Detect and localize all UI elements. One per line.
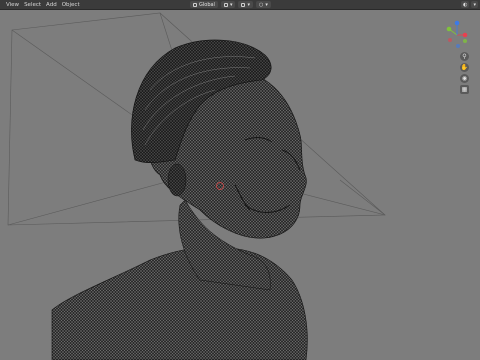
gizmo-neg-y-axis (463, 39, 467, 43)
header-center-tools: Global ▾ ▾ ○ ▾ (190, 1, 271, 8)
sculpted-bust[interactable] (51, 39, 308, 360)
transform-orientation-label: Global (199, 1, 215, 8)
header-right-tools: ◐ ▾ (461, 1, 478, 8)
zoom-icon[interactable]: ⚲ (460, 52, 469, 61)
proportional-edit-icon: ○ (258, 1, 264, 8)
menu-add[interactable]: Add (46, 2, 57, 8)
viewport-scene (7, 12, 386, 360)
pivot-icon (223, 2, 228, 7)
bust-shoulders (51, 246, 308, 360)
orientation-icon (193, 2, 197, 7)
grid-icon[interactable]: ▦ (460, 85, 469, 94)
chevron-down-icon: ▾ (265, 1, 268, 8)
snap-icon (241, 2, 246, 7)
viewport-header: View Select Add Object Global ▾ ▾ ○ ▾ ◐ … (0, 0, 480, 10)
gizmo-x-axis (462, 32, 468, 38)
menu-object[interactable]: Object (62, 2, 80, 8)
navigation-gizmo[interactable] (444, 20, 470, 50)
overlay-icon: ◐ (463, 1, 468, 8)
viewport-overlays-button[interactable]: ◐ (461, 1, 470, 8)
gizmo-neg-x-axis (448, 38, 452, 42)
bust-ear (167, 163, 187, 197)
snap-toggle[interactable]: ▾ (238, 1, 253, 8)
shading-dropdown[interactable]: ▾ (471, 1, 478, 8)
navigation-buttons: ⚲ ✋ ◉ ▦ (460, 52, 469, 94)
gizmo-z-axis (454, 20, 460, 26)
menu-view[interactable]: View (6, 2, 19, 8)
chevron-down-icon: ▾ (247, 1, 250, 8)
hand-pan-icon[interactable]: ✋ (460, 63, 469, 72)
gizmo-neg-z-axis (456, 44, 460, 48)
transform-orientation-dropdown[interactable]: Global (190, 1, 218, 8)
camera-icon[interactable]: ◉ (460, 74, 469, 83)
proportional-edit-toggle[interactable]: ○ ▾ (255, 1, 271, 8)
chevron-down-icon: ▾ (473, 1, 476, 8)
chevron-down-icon: ▾ (229, 1, 233, 8)
header-menu: View Select Add Object (0, 2, 80, 8)
pivot-point-dropdown[interactable]: ▾ (220, 1, 236, 8)
menu-select[interactable]: Select (24, 2, 41, 8)
gizmo-y-axis (446, 26, 452, 32)
